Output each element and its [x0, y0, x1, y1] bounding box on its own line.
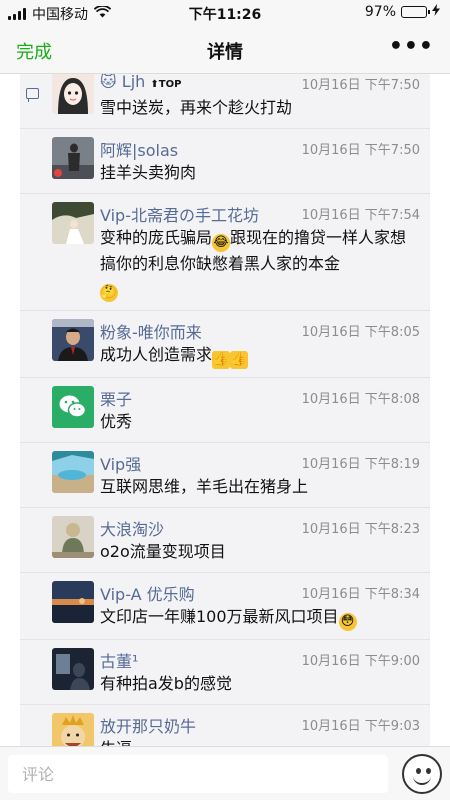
comment-item[interactable]: 栗子 10月16日 下午8:08 优秀 [20, 378, 430, 443]
commenter-name[interactable]: Vip强 [100, 455, 141, 474]
avatar[interactable] [52, 648, 94, 690]
comment-item[interactable]: 粉象-唯你而来 10月16日 下午8:05 成功人创造需求👍 👍 [20, 311, 430, 378]
comment-time: 10月16日 下午8:23 [301, 522, 420, 537]
comment-text: 牛逼 [100, 737, 420, 746]
commenter-name[interactable]: 栗子 [100, 390, 132, 409]
page-title: 详情 [207, 42, 243, 63]
avatar[interactable] [52, 516, 94, 558]
avatar[interactable] [52, 581, 94, 623]
comment-list: 🐱 Ljh ⬆TOP 10月16日 下午7:50 雪中送炭，再来个趁火打劫 阿辉… [20, 74, 430, 746]
smiley-eye [426, 768, 431, 774]
comment-header: 大浪淘沙 10月16日 下午8:23 [100, 516, 420, 539]
comment-text: 挂羊头卖狗肉 [100, 163, 197, 182]
comment-item[interactable]: 放开那只奶牛 10月16日 下午9:03 牛逼 [20, 705, 430, 746]
commenter-name[interactable]: 大浪淘沙 [100, 520, 164, 539]
nav-bar: 完成 详情 ••• [0, 26, 450, 74]
avatar[interactable] [52, 202, 94, 244]
comment-area[interactable]: 🐱 Ljh ⬆TOP 10月16日 下午7:50 雪中送炭，再来个趁火打劫 阿辉… [0, 74, 450, 746]
comment-header: 🐱 Ljh ⬆TOP 10月16日 下午7:50 [100, 74, 420, 94]
comment-time: 10月16日 下午8:08 [301, 392, 420, 407]
status-bar: 中国移动 下午11:26 97% [0, 0, 450, 26]
thumbs-up-icon: 👍 [212, 351, 231, 369]
battery-icon [401, 6, 430, 18]
comment-time: 10月16日 下午9:03 [301, 719, 420, 734]
comment-time: 10月16日 下午7:54 [301, 208, 420, 223]
comment-text: 文印店一年赚100万最新风口项目 😳 [100, 605, 420, 631]
cat-face-icon: 🐱 [100, 74, 117, 91]
avatar[interactable] [52, 319, 94, 361]
avatar[interactable] [52, 451, 94, 493]
comment-text: 有种拍a发b的感觉 [100, 674, 232, 693]
avatar[interactable] [52, 386, 94, 428]
comment-header: 古董¹ 10月16日 下午9:00 [100, 648, 420, 671]
smiley-face-icon[interactable] [402, 754, 442, 794]
charging-icon [432, 4, 440, 20]
comment-item[interactable]: Vip-A 优乐购 10月16日 下午8:34 文印店一年赚100万最新风口项目… [20, 573, 430, 640]
comment-header: Vip-北斋君の手工花坊 10月16日 下午7:54 [100, 202, 420, 225]
commenter-name[interactable]: Vip-北斋君の手工花坊 [100, 206, 259, 225]
commenter-name[interactable]: 阿辉|solas [100, 141, 178, 160]
comment-header: Vip强 10月16日 下午8:19 [100, 451, 420, 474]
comment-input-bar [0, 746, 450, 800]
more-options-icon[interactable]: ••• [389, 34, 434, 59]
comment-time: 10月16日 下午9:00 [301, 654, 420, 669]
top-arrow-icon: ⬆TOP [150, 79, 182, 90]
comment-item[interactable]: 阿辉|solas 10月16日 下午7:50 挂羊头卖狗肉 [20, 129, 430, 194]
laughing-emoji-icon: 😂 [212, 234, 231, 252]
battery-percent: 97% [364, 4, 396, 20]
comment-item[interactable]: 大浪淘沙 10月16日 下午8:23 o2o流量变现项目 [20, 508, 430, 573]
comment-item[interactable]: 古董¹ 10月16日 下午9:00 有种拍a发b的感觉 [20, 640, 430, 705]
comment-text: 变种的庞氏骗局😂跟现在的撸贷一样人家想搞你的利息你缺憋着黑人家的本金 🤔 [100, 228, 407, 302]
smiley-eye [416, 768, 421, 774]
commenter-name[interactable]: 放开那只奶牛 [100, 717, 196, 736]
comment-input[interactable] [8, 755, 388, 793]
comment-time: 10月16日 下午7:50 [301, 78, 420, 93]
avatar[interactable] [52, 74, 94, 114]
commenter-name[interactable]: Vip-A 优乐购 [100, 585, 195, 604]
thinking-emoji-icon: 🤔 [100, 284, 118, 302]
comment-header: 阿辉|solas 10月16日 下午7:50 [100, 137, 420, 160]
comment-text: o2o流量变现项目 [100, 542, 226, 561]
comment-time: 10月16日 下午8:19 [301, 457, 420, 472]
avatar[interactable] [52, 713, 94, 746]
avatar[interactable] [52, 137, 94, 179]
commenter-name[interactable]: 古董¹ [100, 652, 138, 671]
comment-text: 雪中送炭，再来个趁火打劫 [100, 98, 293, 117]
comment-header: 放开那只奶牛 10月16日 下午9:03 [100, 713, 420, 736]
comment-text: 互联网思维，羊毛出在猪身上 [100, 477, 309, 496]
commenter-name[interactable]: 粉象-唯你而来 [100, 323, 202, 342]
comment-panel: 🐱 Ljh ⬆TOP 10月16日 下午7:50 雪中送炭，再来个趁火打劫 阿辉… [20, 74, 430, 746]
comment-time: 10月16日 下午8:34 [301, 587, 420, 602]
comment-header: 栗子 10月16日 下午8:08 [100, 386, 420, 409]
comment-time: 10月16日 下午8:05 [301, 325, 420, 340]
comment-text: 优秀 [100, 412, 133, 431]
status-right: 97% [365, 4, 440, 20]
comment-item[interactable]: 🐱 Ljh ⬆TOP 10月16日 下午7:50 雪中送炭，再来个趁火打劫 [20, 74, 430, 129]
smiley-mouth [413, 776, 431, 785]
comment-item[interactable]: Vip强 10月16日 下午8:19 互联网思维，羊毛出在猪身上 [20, 443, 430, 508]
commenter-name[interactable]: 🐱 Ljh ⬆TOP [100, 74, 181, 91]
flushed-emoji-icon: 😳 [338, 613, 357, 631]
comment-header: 粉象-唯你而来 10月16日 下午8:05 [100, 319, 420, 342]
comment-text: 成功人创造需求👍 👍 [100, 345, 249, 369]
comment-item[interactable]: Vip-北斋君の手工花坊 10月16日 下午7:54 变种的庞氏骗局😂跟现在的撸… [20, 194, 430, 311]
thumbs-up-icon: 👍 [230, 351, 249, 369]
comment-header: Vip-A 优乐购 10月16日 下午8:34 [100, 581, 420, 604]
comment-time: 10月16日 下午7:50 [301, 143, 420, 158]
